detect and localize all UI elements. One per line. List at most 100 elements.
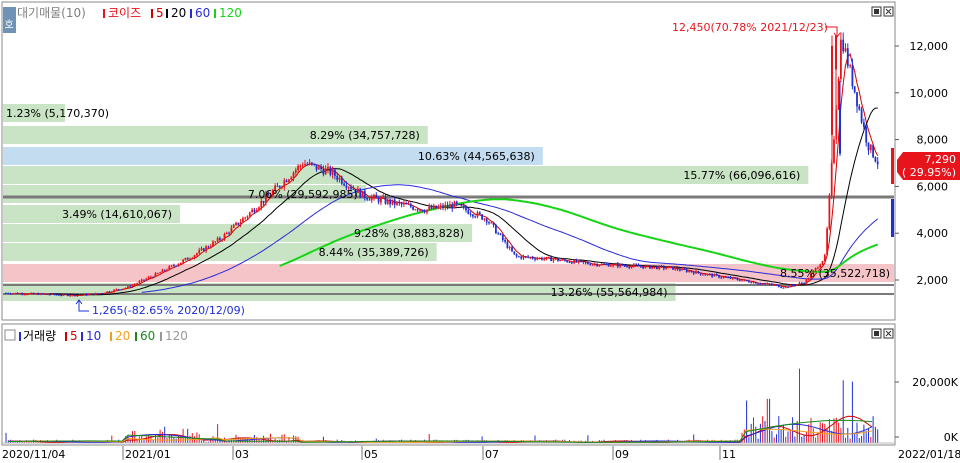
candle-body [297, 165, 299, 171]
candle-body [435, 205, 437, 209]
candle-body [787, 286, 789, 288]
candle-body [718, 275, 720, 278]
candle-body [58, 294, 60, 296]
candle-body [306, 164, 309, 166]
candle-body [152, 276, 155, 278]
candle-body [534, 258, 536, 260]
candle-body [292, 172, 295, 178]
candle-body [124, 287, 127, 289]
candle-body [338, 177, 341, 180]
candle-body [221, 239, 224, 241]
last-candle-up [891, 148, 894, 184]
candle-body [301, 165, 304, 167]
candle-body [745, 279, 748, 281]
candle-body [612, 264, 615, 266]
candle-body [683, 268, 686, 270]
candle-body [865, 127, 868, 143]
candle-body [324, 168, 327, 175]
candle-body [430, 206, 433, 209]
candle-body [423, 211, 426, 213]
volume-panel-close-icon[interactable] [883, 328, 894, 339]
candle-body [476, 212, 479, 217]
candle-body [635, 264, 638, 266]
candle-body [25, 294, 28, 296]
candle-body [591, 264, 594, 266]
candle-body [768, 283, 771, 285]
candle-body [840, 39, 842, 79]
legend-ma5: 5 [156, 6, 164, 20]
price-level-label: 9.28% (38,883,828) [354, 227, 464, 240]
candle-body [713, 274, 716, 277]
candle-body [538, 257, 541, 259]
candle-body [692, 272, 695, 274]
price-level-label: 8.29% (34,757,728) [310, 129, 420, 142]
candle-body [826, 228, 828, 256]
candle-body [14, 292, 17, 294]
legend-vol-ma5: 5 [70, 329, 78, 343]
candle-body [722, 276, 725, 278]
price-panel-maximize-icon[interactable] [871, 6, 882, 17]
candle-body [465, 206, 467, 211]
candle-body [660, 265, 663, 267]
candle-body [506, 241, 509, 249]
candle-body [113, 289, 115, 292]
candle-body [97, 293, 99, 295]
candle-body [41, 293, 44, 295]
candle-body [492, 222, 495, 226]
candle-body [725, 276, 727, 278]
candle-body [416, 209, 419, 211]
candle-body [439, 205, 442, 207]
candle-body [166, 269, 168, 271]
legend-vol-ma10: 10 [86, 329, 101, 343]
volume-panel-maximize-icon[interactable] [871, 328, 882, 339]
price-panel-close-icon[interactable] [883, 6, 894, 17]
candle-body [191, 258, 194, 260]
candle-body [207, 246, 210, 248]
candle-body [255, 210, 258, 213]
candle-body [653, 266, 656, 268]
candle-body [329, 167, 332, 175]
candle-body [568, 262, 571, 264]
candle-body [242, 218, 244, 223]
candle-body [150, 276, 152, 278]
candle-body [143, 279, 145, 281]
candle-body [545, 256, 548, 259]
candle-body [800, 282, 803, 284]
date-label: 2021/01 [125, 448, 171, 461]
candle-body [469, 213, 472, 215]
candle-body [315, 164, 318, 170]
candle-body [603, 263, 605, 265]
candle-body [856, 92, 858, 107]
candle-body [110, 291, 113, 293]
candle-body [596, 263, 598, 266]
candle-body [30, 292, 33, 294]
candle-body [458, 204, 460, 206]
candle-body [74, 294, 76, 297]
candle-body [81, 294, 83, 296]
candle-body [478, 212, 481, 215]
candle-body [48, 294, 51, 296]
candle-body [64, 293, 67, 295]
candle-body [198, 250, 201, 254]
candle-body [382, 197, 385, 199]
candle-body [99, 293, 102, 295]
candle-body [547, 256, 550, 258]
candle-body [179, 262, 182, 265]
candle-body [863, 122, 865, 128]
candle-body [874, 157, 877, 162]
candle-body [193, 255, 196, 259]
candle-body [168, 266, 171, 270]
candle-body [412, 206, 414, 210]
candle-body [669, 266, 672, 268]
candle-body [474, 216, 477, 218]
candle-body [258, 207, 260, 211]
candle-body [626, 265, 628, 268]
candle-body [46, 293, 49, 295]
candle-body [662, 266, 665, 269]
price-level-label: 8.55% (35,522,718) [780, 267, 890, 280]
candle-body [21, 293, 23, 295]
candle-body [377, 197, 380, 203]
candle-body [136, 283, 138, 285]
candle-body [175, 265, 178, 267]
candle-body [734, 277, 736, 279]
